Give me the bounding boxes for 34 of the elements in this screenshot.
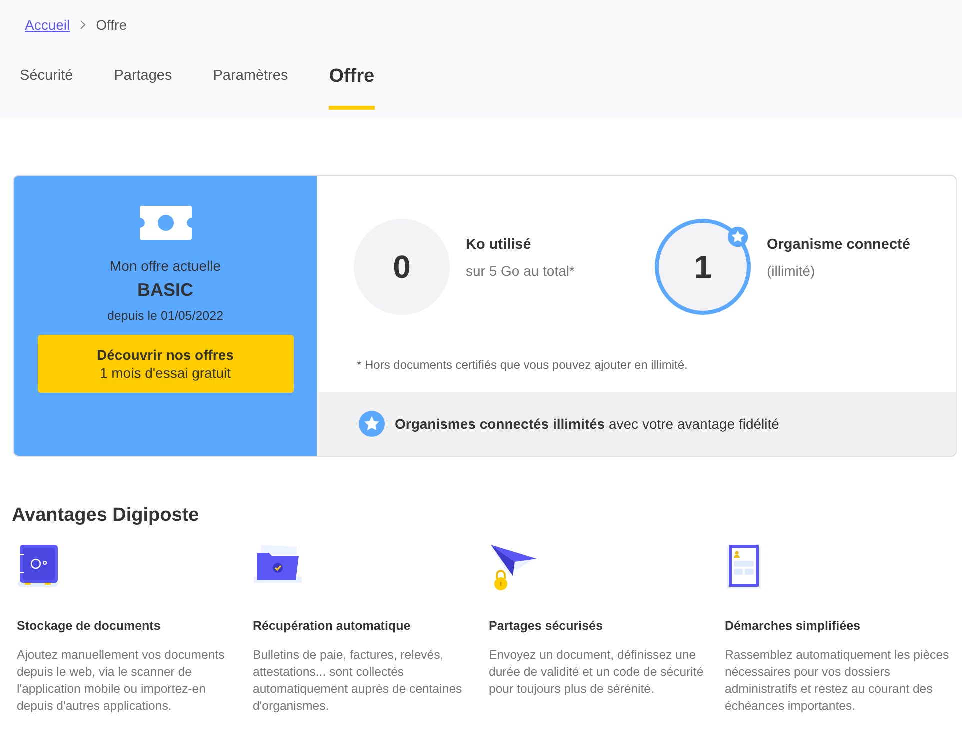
tab[interactable]: Offre (329, 66, 375, 110)
ticket-icon (140, 206, 192, 240)
offers-button[interactable]: Découvrir nos offres 1 mois d'essai gratuit (38, 335, 294, 393)
plan-name: BASIC (137, 280, 194, 301)
advantage-text: Envoyez un document, définissez une durée de validité et un code de sécurité pour toujours plus de sérénité. (489, 647, 705, 698)
banner-text: Organismes connectés illimités avec votre avantage fidélité (395, 416, 780, 432)
advantage-title: Démarches simplifiées (725, 619, 862, 633)
tab[interactable]: Sécurité (20, 66, 74, 110)
advantage-title: Stockage de documents (17, 619, 162, 633)
stat-label: Ko utilisé (466, 237, 532, 253)
advantage-text: Ajoutez manuellement vos documents depuis le web, via le scanner de l'application mobile ou importez-en depuis d'autres applications. (17, 647, 226, 715)
tab[interactable]: Partages (114, 66, 172, 110)
section-title: Avantages Digiposte (12, 505, 200, 527)
document-icon (725, 543, 761, 589)
safe-icon (17, 543, 61, 589)
advantage-text: Bulletins de paie, factures, relevés, attestations... sont collectés automatiquement auprès de centaines d'organismes. (253, 647, 464, 715)
advantage-title: Récupération automatique (253, 619, 412, 633)
counter-circle: 1 (655, 219, 751, 315)
advantage-title: Partages sécurisés (489, 619, 604, 633)
stat-label: Organisme connecté (767, 237, 910, 253)
star-badge-icon (727, 226, 749, 248)
stat-detail: (illimité) (767, 263, 816, 279)
footnote: * Hors documents certifiés que vous pouvez ajouter en illimité. (356, 357, 689, 372)
folder-icon (253, 543, 303, 585)
plan-date: depuis le 01/05/2022 (107, 309, 224, 323)
breadcrumb-link[interactable]: Accueil (25, 17, 70, 33)
counter-circle: 0 (354, 219, 450, 315)
tab[interactable]: Paramètres (213, 66, 288, 110)
chevron-icon (78, 20, 88, 30)
plan-caption: Mon offre actuelle (110, 258, 222, 274)
breadcrumb-current: Offre (96, 17, 128, 33)
advantage-text: Rassemblez automatiquement les pièces nécessaires pour vos dossiers administratifs et restez au courant des échéances importantes. (725, 647, 950, 715)
paper-plane-icon (489, 543, 537, 591)
stat-detail: sur 5 Go au total* (466, 263, 575, 279)
